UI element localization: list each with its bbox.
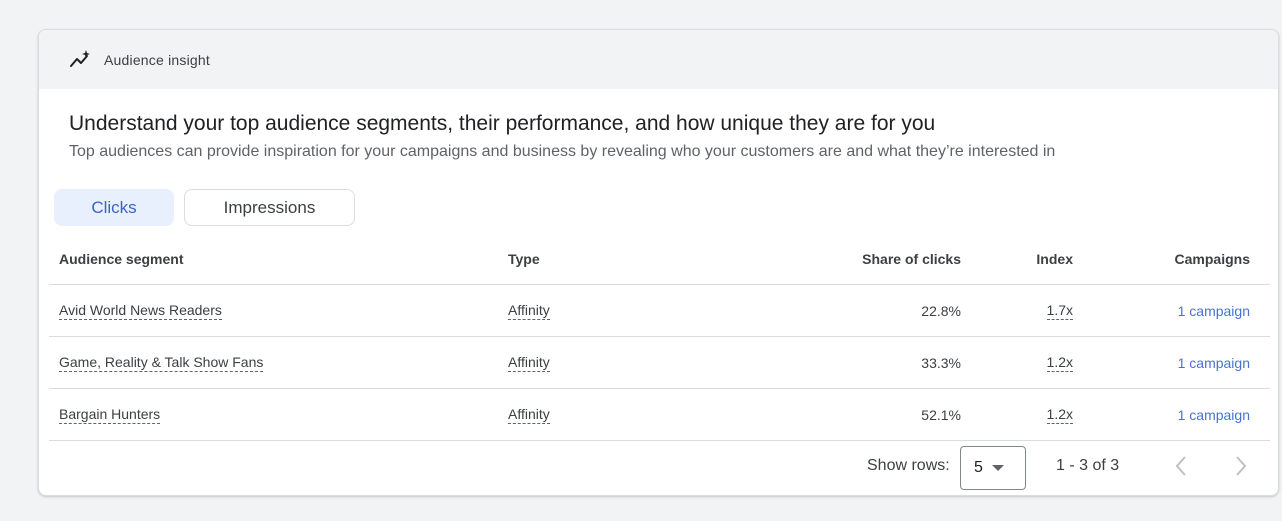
caret-down-icon: [991, 465, 1004, 471]
chevron-right-icon: [1236, 456, 1247, 476]
metric-tabs: Clicks Impressions: [54, 189, 355, 226]
table-row: Avid World News Readers Affinity 22.8% 1…: [49, 285, 1270, 337]
campaigns-link[interactable]: 1 campaign: [1178, 355, 1250, 371]
column-header-type[interactable]: Type: [508, 234, 540, 284]
index-value[interactable]: 1.7x: [1046, 302, 1073, 320]
segment-type[interactable]: Affinity: [508, 406, 550, 424]
card-title: Audience insight: [104, 51, 210, 68]
column-header-share[interactable]: Share of clicks: [862, 234, 961, 284]
column-header-segment[interactable]: Audience segment: [59, 234, 183, 284]
tab-impressions[interactable]: Impressions: [184, 189, 355, 226]
pagination-bar: Show rows: 5 1 - 3 of 3: [39, 438, 1278, 495]
chevron-left-icon: [1175, 456, 1186, 476]
segment-name[interactable]: Game, Reality & Talk Show Fans: [59, 354, 264, 372]
previous-page-button[interactable]: [1167, 452, 1195, 480]
share-value: 22.8%: [921, 302, 961, 319]
next-page-button[interactable]: [1227, 452, 1255, 480]
index-value[interactable]: 1.2x: [1046, 354, 1073, 372]
segment-type[interactable]: Affinity: [508, 302, 550, 320]
segment-name[interactable]: Avid World News Readers: [59, 302, 222, 320]
segment-name[interactable]: Bargain Hunters: [59, 406, 161, 424]
share-value: 52.1%: [921, 406, 961, 423]
show-rows-label: Show rows:: [867, 457, 950, 474]
table-row: Bargain Hunters Affinity 52.1% 1.2x 1 ca…: [49, 389, 1270, 441]
audience-segments-table: Audience segment Type Share of clicks In…: [49, 234, 1270, 441]
campaigns-link[interactable]: 1 campaign: [1178, 407, 1250, 423]
pagination-range: 1 - 3 of 3: [1056, 457, 1120, 474]
table-row: Game, Reality & Talk Show Fans Affinity …: [49, 337, 1270, 389]
share-value: 33.3%: [921, 354, 961, 371]
campaigns-link[interactable]: 1 campaign: [1178, 303, 1250, 319]
page-headline: Understand your top audience segments, t…: [69, 112, 936, 135]
page-subheadline: Top audiences can provide inspiration fo…: [69, 143, 1056, 160]
rows-per-page-select[interactable]: 5: [960, 446, 1026, 490]
rows-per-page-value: 5: [974, 459, 983, 476]
column-header-index[interactable]: Index: [1036, 234, 1073, 284]
tab-clicks[interactable]: Clicks: [54, 189, 174, 226]
index-value[interactable]: 1.2x: [1046, 406, 1073, 424]
card-header: Audience insight: [39, 30, 1278, 89]
trending-sparkle-icon: [69, 49, 91, 71]
audience-insight-card: Audience insight Understand your top aud…: [38, 29, 1279, 496]
segment-type[interactable]: Affinity: [508, 354, 550, 372]
column-header-campaigns[interactable]: Campaigns: [1175, 234, 1250, 284]
table-header-row: Audience segment Type Share of clicks In…: [49, 234, 1270, 285]
